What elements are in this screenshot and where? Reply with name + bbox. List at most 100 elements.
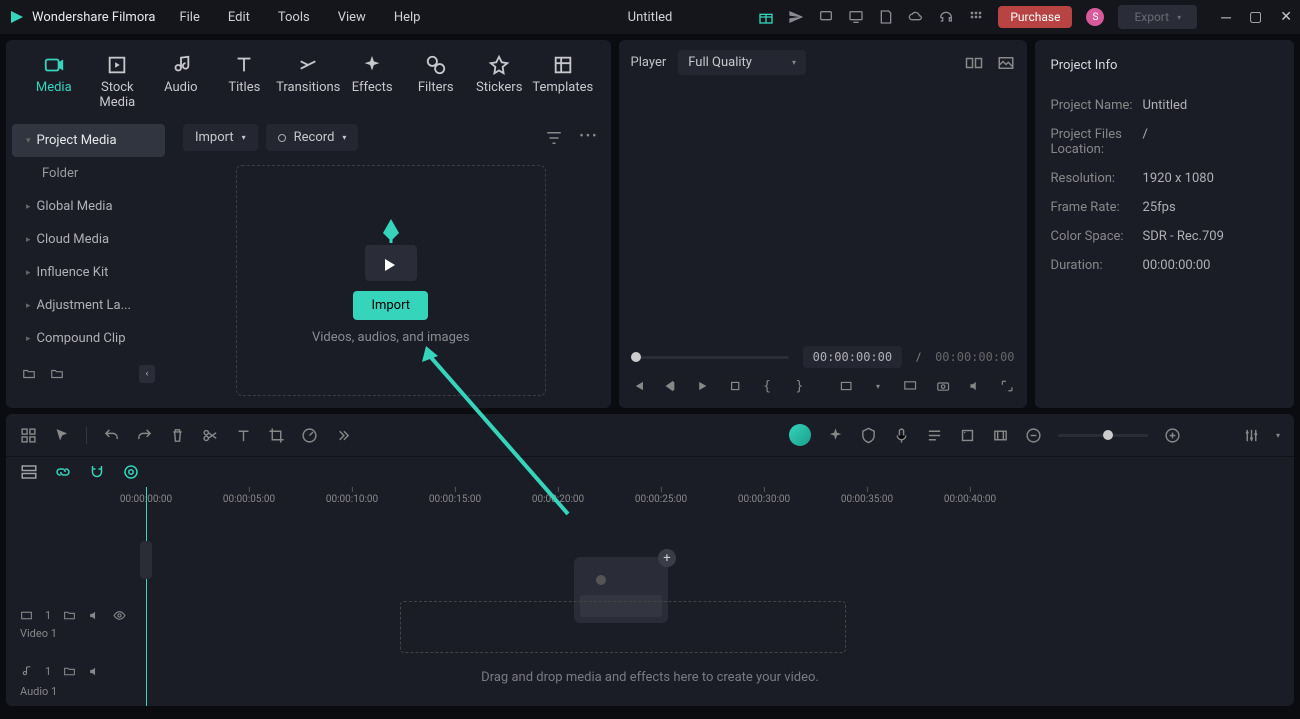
tab-templates[interactable]: Templates	[531, 48, 595, 116]
more-tools-icon[interactable]	[334, 427, 351, 444]
import-button[interactable]: Import	[353, 291, 428, 320]
tab-titles[interactable]: Titles	[213, 48, 277, 116]
save-icon[interactable]	[878, 9, 894, 25]
split-icon[interactable]	[202, 427, 219, 444]
step-back-icon[interactable]	[663, 378, 677, 394]
shield-icon[interactable]	[860, 427, 877, 444]
crop-icon[interactable]	[268, 427, 285, 444]
snapshot-icon[interactable]	[936, 378, 950, 394]
visibility-icon[interactable]	[113, 609, 126, 622]
minimize-button[interactable]: ─	[1221, 9, 1231, 26]
close-button[interactable]: ✕	[1280, 9, 1292, 26]
record-dropdown[interactable]: Record▾	[266, 124, 359, 151]
track-dropzone[interactable]	[400, 601, 846, 653]
quality-select[interactable]: Full Quality▾	[678, 50, 806, 75]
tab-filters[interactable]: Filters	[404, 48, 468, 116]
import-dropdown[interactable]: Import▾	[183, 124, 258, 151]
add-clip-button[interactable]: +	[658, 549, 676, 567]
more-icon[interactable]: •••	[579, 129, 598, 147]
mark-in-icon[interactable]: {	[760, 378, 774, 394]
cursor-icon[interactable]	[53, 427, 70, 444]
stop-icon[interactable]	[728, 378, 742, 394]
list-icon[interactable]	[926, 427, 943, 444]
grid-icon[interactable]	[20, 427, 37, 444]
speed-icon[interactable]	[301, 427, 318, 444]
ai-icon[interactable]	[789, 424, 811, 446]
tab-audio[interactable]: Audio	[149, 48, 213, 116]
render-icon[interactable]	[992, 427, 1009, 444]
audio-track-label: Audio 1	[20, 685, 57, 698]
track-view-icon[interactable]	[20, 463, 38, 481]
aspect-icon[interactable]	[839, 378, 853, 394]
info-row: Frame Rate:25fps	[1051, 193, 1278, 222]
menu-file[interactable]: File	[179, 10, 199, 25]
play-icon[interactable]	[695, 378, 709, 394]
headset-icon[interactable]	[938, 9, 954, 25]
collapse-sidebar-button[interactable]: ‹	[139, 365, 155, 383]
menu-help[interactable]: Help	[394, 10, 421, 25]
zoom-out-icon[interactable]	[1025, 427, 1042, 444]
redo-icon[interactable]	[136, 427, 153, 444]
tab-media[interactable]: Media	[22, 48, 86, 116]
volume-icon[interactable]	[968, 378, 982, 394]
filter-icon[interactable]	[545, 129, 563, 147]
prev-frame-icon[interactable]	[631, 378, 645, 394]
zoom-slider[interactable]	[1058, 434, 1148, 437]
apps-icon[interactable]	[968, 9, 984, 25]
mixer-chevron[interactable]: ▾	[1276, 431, 1280, 440]
seek-slider[interactable]	[631, 356, 789, 359]
mic-icon[interactable]	[893, 427, 910, 444]
menu-tools[interactable]: Tools	[278, 10, 310, 25]
mark-out-icon[interactable]: }	[792, 378, 806, 394]
menu-edit[interactable]: Edit	[228, 10, 250, 25]
tab-stickers[interactable]: Stickers	[467, 48, 531, 116]
send-icon[interactable]	[788, 9, 804, 25]
tab-transitions[interactable]: Transitions	[276, 48, 340, 116]
aspect-chevron[interactable]: ▾	[871, 378, 885, 394]
sidebar-item-compound-clip[interactable]: ▸Compound Clip	[12, 322, 165, 355]
folder-icon[interactable]	[63, 609, 76, 622]
avatar[interactable]: S	[1086, 8, 1104, 26]
document-title: Untitled	[628, 10, 673, 25]
fullscreen-icon[interactable]	[1000, 378, 1014, 394]
delete-icon[interactable]	[169, 427, 186, 444]
marker-icon[interactable]	[959, 427, 976, 444]
new-folder-icon[interactable]	[22, 367, 36, 381]
text-icon[interactable]	[235, 427, 252, 444]
display-icon[interactable]	[903, 378, 917, 394]
folder-icon[interactable]	[50, 367, 64, 381]
sidebar-item-project-media[interactable]: ▾Project Media	[12, 124, 165, 157]
mixer-icon[interactable]	[1243, 427, 1260, 444]
folder-icon[interactable]	[63, 665, 76, 678]
tab-stock-media[interactable]: Stock Media	[86, 48, 150, 116]
cloud-icon[interactable]	[908, 9, 924, 25]
magnet-icon[interactable]	[88, 463, 106, 481]
maximize-button[interactable]: ▢	[1249, 9, 1262, 26]
monitor-icon[interactable]	[848, 9, 864, 25]
mute-track-icon[interactable]	[88, 609, 101, 622]
picture-icon[interactable]	[997, 54, 1015, 72]
gift-icon[interactable]	[758, 9, 774, 25]
ruler-tick: 00:00:25:00	[635, 487, 687, 505]
sidebar-item-global-media[interactable]: ▸Global Media	[12, 190, 165, 223]
video-track-icon	[20, 609, 33, 622]
menu-view[interactable]: View	[338, 10, 366, 25]
purchase-button[interactable]: Purchase	[998, 6, 1072, 28]
export-button[interactable]: Export▾	[1118, 5, 1197, 29]
mute-track-icon[interactable]	[88, 665, 101, 678]
zoom-in-icon[interactable]	[1164, 427, 1181, 444]
tab-effects[interactable]: Effects	[340, 48, 404, 116]
compare-icon[interactable]	[965, 54, 983, 72]
media-dropzone[interactable]: Import Videos, audios, and images	[236, 165, 546, 396]
sidebar-item-influence-kit[interactable]: ▸Influence Kit	[12, 256, 165, 289]
auto-ripple-icon[interactable]	[122, 463, 140, 481]
timeline-ruler[interactable]: 00:00:00:0000:00:05:0000:00:10:0000:00:1…	[146, 487, 1294, 515]
sidebar-item-folder[interactable]: Folder	[12, 157, 165, 190]
device-icon[interactable]	[818, 9, 834, 25]
undo-icon[interactable]	[103, 427, 120, 444]
link-icon[interactable]	[54, 463, 72, 481]
sidebar-item-adjustment-la-[interactable]: ▸Adjustment La...	[12, 289, 165, 322]
sidebar-item-cloud-media[interactable]: ▸Cloud Media	[12, 223, 165, 256]
sparkle-icon[interactable]	[827, 427, 844, 444]
playhead[interactable]	[146, 487, 147, 706]
